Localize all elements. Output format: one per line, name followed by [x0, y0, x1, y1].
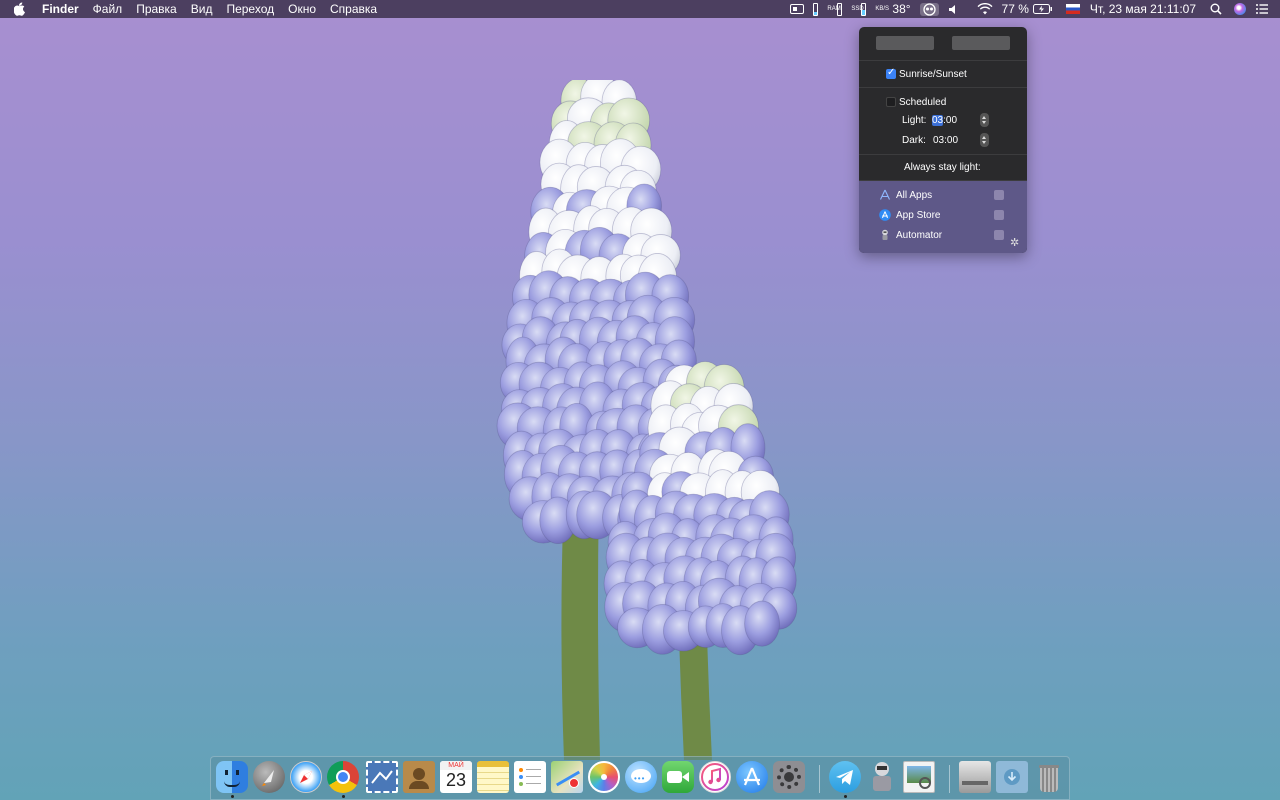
app-checkbox[interactable] — [994, 210, 1004, 220]
wifi-icon[interactable] — [977, 3, 993, 15]
separator — [859, 87, 1027, 88]
battery-charging-icon[interactable] — [1032, 4, 1053, 14]
light-time-stepper[interactable] — [980, 113, 989, 127]
app-store-icon[interactable] — [736, 761, 768, 793]
reminders-icon[interactable] — [514, 761, 546, 793]
menu-go[interactable]: Переход — [226, 2, 274, 16]
app-checkbox[interactable] — [994, 190, 1004, 200]
settings-gear-icon[interactable]: ✲ — [1010, 236, 1019, 249]
always-light-heading: Always stay light: — [904, 162, 981, 173]
menu-app-name[interactable]: Finder — [42, 2, 79, 16]
app-list: All Apps App Store Automator — [859, 181, 1027, 253]
dark-time-label: Dark: — [902, 135, 926, 146]
hard-drive-icon[interactable] — [959, 761, 991, 793]
app-name: All Apps — [896, 190, 933, 201]
maps-icon[interactable] — [551, 761, 583, 793]
running-indicator — [231, 795, 234, 798]
dark-time-field[interactable]: 03:00 — [933, 135, 958, 146]
telegram-icon[interactable] — [829, 761, 861, 793]
app-row-automator[interactable]: Automator — [859, 225, 1027, 245]
finder-icon[interactable] — [216, 761, 248, 793]
app-store-outline-icon — [880, 189, 890, 200]
itunes-icon[interactable] — [699, 761, 731, 793]
menu-file[interactable]: Файл — [93, 2, 123, 16]
light-time-minutes[interactable]: :00 — [943, 115, 957, 126]
contacts-icon[interactable] — [403, 761, 435, 793]
app-store-icon — [879, 209, 891, 221]
launchpad-icon[interactable] — [253, 761, 285, 793]
sunrise-sunset-checkbox[interactable] — [886, 67, 896, 79]
scheduled-checkbox[interactable] — [886, 97, 896, 107]
automator-icon — [882, 229, 888, 240]
app-row-all-apps[interactable]: All Apps — [859, 185, 1027, 205]
cpu-meter-icon[interactable] — [813, 2, 819, 16]
chrome-icon[interactable] — [327, 761, 359, 793]
messages-icon[interactable]: ••• — [625, 761, 657, 793]
sunrise-sunset-label: Sunrise/Sunset — [899, 69, 967, 80]
running-indicator — [342, 795, 345, 798]
trash-icon[interactable] — [1033, 761, 1065, 793]
menu-window[interactable]: Окно — [288, 2, 316, 16]
safari-icon[interactable] — [290, 761, 322, 793]
preview-icon[interactable] — [903, 761, 935, 793]
network-meter-icon[interactable]: KB/S — [875, 6, 889, 12]
light-mode-button[interactable] — [876, 36, 934, 50]
menu-bar: Finder Файл Правка Вид Переход Окно Спра… — [0, 0, 1280, 18]
photos-icon[interactable] — [588, 761, 620, 793]
light-time-field[interactable]: 03:00 — [932, 115, 957, 126]
menu-edit[interactable]: Правка — [136, 2, 177, 16]
notes-icon[interactable] — [477, 761, 509, 793]
dark-time-stepper[interactable] — [980, 133, 989, 147]
menu-view[interactable]: Вид — [191, 2, 213, 16]
input-source-flag-icon[interactable] — [1065, 4, 1080, 14]
running-indicator — [844, 795, 847, 798]
calendar-icon[interactable]: МАЙ 23 — [440, 761, 472, 793]
wallpaper-flower — [496, 80, 798, 760]
flower-bud — [744, 600, 780, 647]
app-name: Automator — [896, 230, 943, 241]
volume-icon[interactable] — [948, 4, 960, 15]
app-checkbox[interactable] — [994, 230, 1004, 240]
notification-center-icon[interactable] — [1256, 4, 1268, 14]
date-time[interactable]: Чт, 23 мая 21:11:07 — [1090, 2, 1196, 16]
night-owl-popover: Sunrise/Sunset Scheduled Light: 03:00 Da… — [859, 27, 1027, 253]
app-row-app-store[interactable]: App Store — [859, 205, 1027, 225]
night-owl-icon[interactable] — [919, 2, 939, 16]
disk-meter-icon[interactable]: SSD — [851, 2, 867, 16]
mail-icon[interactable] — [366, 761, 398, 793]
dark-mode-button[interactable] — [952, 36, 1010, 50]
dock-separator — [819, 765, 820, 793]
automator-icon[interactable] — [866, 761, 898, 793]
siri-icon[interactable] — [1234, 3, 1246, 15]
app-name: App Store — [896, 210, 941, 221]
battery-percent[interactable]: 77 % — [1002, 2, 1029, 16]
dock-separator — [949, 765, 950, 793]
memory-meter-icon[interactable]: RAM — [827, 2, 843, 16]
scheduled-label: Scheduled — [899, 97, 947, 108]
menu-help[interactable]: Справка — [330, 2, 377, 16]
facetime-icon[interactable] — [662, 761, 694, 793]
apple-menu-icon[interactable] — [14, 2, 28, 16]
calendar-month: МАЙ — [440, 761, 472, 770]
system-preferences-icon[interactable] — [773, 761, 805, 793]
spotlight-search-icon[interactable] — [1210, 3, 1222, 15]
temperature-readout[interactable]: 38° — [892, 2, 910, 16]
separator — [859, 154, 1027, 155]
dock: МАЙ 23 ••• — [210, 756, 1070, 800]
screen-monitor-icon[interactable] — [790, 4, 805, 14]
light-time-hours[interactable]: 03 — [932, 115, 944, 126]
downloads-folder-icon[interactable] — [996, 761, 1028, 793]
separator — [859, 60, 1027, 61]
calendar-day: 23 — [445, 770, 467, 790]
light-time-label: Light: — [902, 115, 927, 126]
